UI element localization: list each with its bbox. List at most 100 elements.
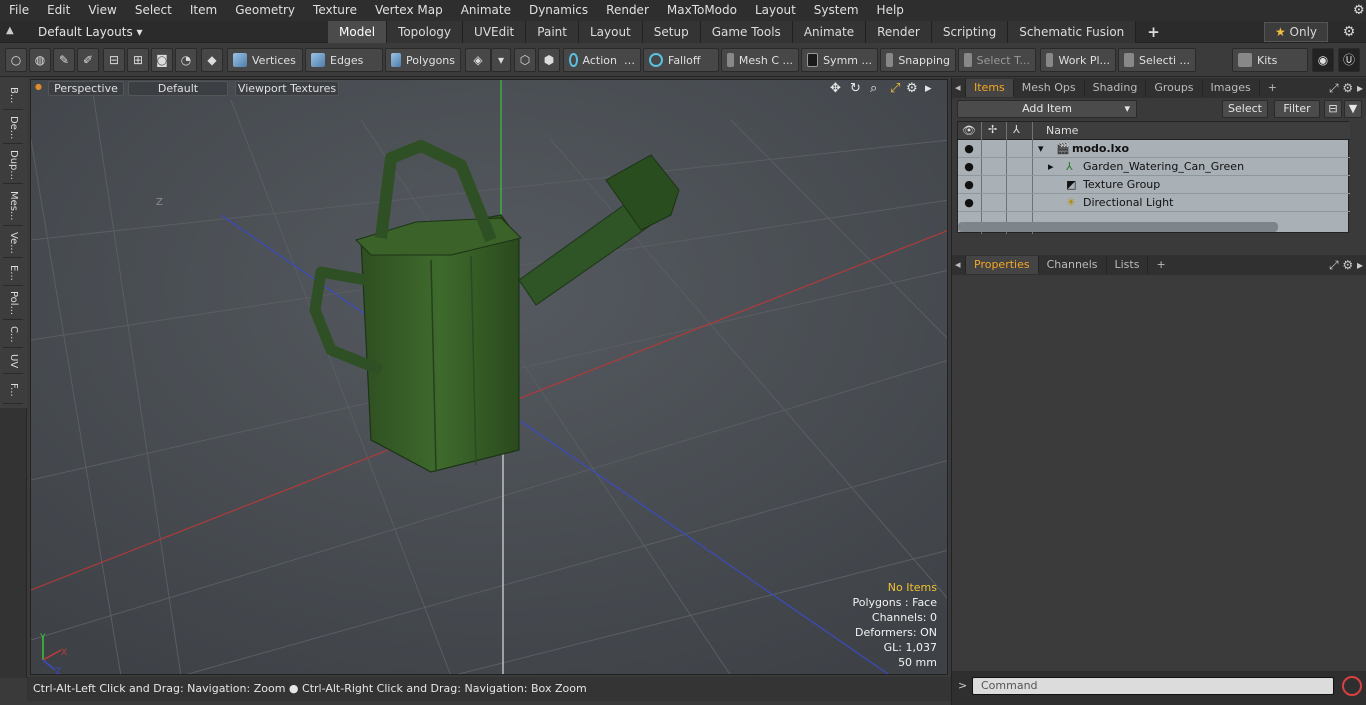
maximize-view-icon[interactable]: ⤢ bbox=[890, 81, 900, 96]
move-view-icon[interactable]: ✥ bbox=[830, 81, 841, 96]
only-button[interactable]: ★ Only bbox=[1264, 22, 1328, 42]
center-icon[interactable]: ⊞ bbox=[127, 48, 149, 72]
shading-style-button[interactable]: Default bbox=[128, 81, 228, 96]
eye-icon[interactable]: ● bbox=[962, 140, 976, 157]
work-plane-button[interactable]: Work Pl... bbox=[1040, 48, 1116, 72]
panel-options-icon[interactable]: ⤢ ⚙ ▸ bbox=[1329, 258, 1366, 273]
panel-collapse-icon[interactable]: ◂ bbox=[952, 256, 966, 274]
tab-images[interactable]: Images bbox=[1203, 79, 1260, 97]
tab-game-tools[interactable]: Game Tools bbox=[700, 21, 793, 43]
select-through-button[interactable]: Select T... bbox=[958, 48, 1036, 72]
vtab-vertex[interactable]: Ve... bbox=[3, 228, 23, 258]
viewport-dot-icon[interactable]: ● bbox=[35, 82, 42, 91]
unity-icon[interactable]: ◉ bbox=[1312, 48, 1334, 72]
item-row-mesh[interactable]: ● ▸ ⅄ Garden_Watering_Can_Green bbox=[958, 158, 1350, 176]
tab-properties[interactable]: Properties bbox=[966, 256, 1039, 274]
menu-edit[interactable]: Edit bbox=[38, 0, 79, 21]
add-item-button[interactable]: Add Item ▾ bbox=[957, 100, 1137, 118]
vtab-basic[interactable]: B... bbox=[3, 82, 23, 110]
item-mode-icon[interactable]: ◆ bbox=[201, 48, 223, 72]
globe-icon[interactable]: ◍ bbox=[29, 48, 51, 72]
panel-collapse-icon[interactable]: ◂ bbox=[952, 79, 966, 97]
falloff-button[interactable]: Falloff bbox=[643, 48, 719, 72]
snapping-button[interactable]: Snapping bbox=[880, 48, 956, 72]
material-dropdown-icon[interactable]: ▾ bbox=[491, 48, 511, 72]
menu-item[interactable]: Item bbox=[181, 0, 226, 21]
menu-animate[interactable]: Animate bbox=[452, 0, 520, 21]
funnel-icon[interactable]: ▼ bbox=[1344, 100, 1362, 118]
vtab-mesh-edit[interactable]: Mes... bbox=[3, 186, 23, 226]
mesh-constraint-button[interactable]: Mesh C ... bbox=[721, 48, 799, 72]
item-row-scene[interactable]: ● ▾ 🎬 modo.lxo bbox=[958, 140, 1350, 158]
tab-render[interactable]: Render bbox=[866, 21, 932, 43]
frame-icon[interactable]: ◙ bbox=[151, 48, 173, 72]
symmetry-mode-icon[interactable]: ⬡ bbox=[514, 48, 536, 72]
expand-arrow-icon[interactable]: ▸ bbox=[1048, 158, 1054, 175]
zoom-view-icon[interactable]: ⌕ bbox=[870, 81, 877, 96]
menu-maxtomodo[interactable]: MaxToModo bbox=[658, 0, 746, 21]
brush-icon[interactable]: ✐ bbox=[77, 48, 99, 72]
vtab-duplicate[interactable]: Dup... bbox=[3, 146, 23, 184]
viewport-gear-icon[interactable]: ⚙ bbox=[906, 81, 918, 96]
tab-setup[interactable]: Setup bbox=[642, 21, 701, 43]
selection-sets-button[interactable]: Selecti ... bbox=[1118, 48, 1196, 72]
eye-icon[interactable]: ● bbox=[962, 176, 976, 193]
item-row-texture-group[interactable]: ● ◩ Texture Group bbox=[958, 176, 1350, 194]
perspective-button[interactable]: Perspective bbox=[48, 81, 124, 96]
pen-icon[interactable]: ✎ bbox=[53, 48, 75, 72]
viewport-textures-button[interactable]: Viewport Textures bbox=[235, 81, 339, 96]
tab-shading[interactable]: Shading bbox=[1085, 79, 1147, 97]
material-icon[interactable]: ◈ bbox=[465, 48, 491, 72]
eye-icon[interactable]: ● bbox=[962, 194, 976, 211]
vtab-fusion[interactable]: F... bbox=[3, 376, 23, 404]
tab-scripting[interactable]: Scripting bbox=[931, 21, 1009, 43]
action-button[interactable]: Action … bbox=[563, 48, 641, 72]
viewport-menu-arrow-icon[interactable]: ▸ bbox=[925, 81, 932, 96]
name-column-header[interactable]: Name bbox=[1046, 124, 1078, 137]
item-row-light[interactable]: ● ☀ Directional Light bbox=[958, 194, 1350, 212]
kits-button[interactable]: Kits bbox=[1232, 48, 1308, 72]
add-tab-button[interactable]: + bbox=[1136, 21, 1171, 43]
eye-icon[interactable]: ● bbox=[962, 158, 976, 175]
vtab-polygon[interactable]: Pol... bbox=[3, 288, 23, 320]
vtab-curve[interactable]: C... bbox=[3, 322, 23, 348]
menu-system[interactable]: System bbox=[805, 0, 868, 21]
vtab-edge[interactable]: E... bbox=[3, 260, 23, 286]
sphere-icon[interactable]: ◔ bbox=[175, 48, 197, 72]
record-icon[interactable] bbox=[1342, 676, 1362, 696]
vertices-button[interactable]: Vertices bbox=[227, 48, 303, 72]
horizontal-scrollbar[interactable] bbox=[958, 222, 1278, 232]
tab-topology[interactable]: Topology bbox=[387, 21, 464, 43]
tab-channels[interactable]: Channels bbox=[1039, 256, 1107, 274]
tab-animate[interactable]: Animate bbox=[792, 21, 867, 43]
menu-select[interactable]: Select bbox=[126, 0, 181, 21]
select-button[interactable]: Select bbox=[1222, 100, 1268, 118]
collapse-list-icon[interactable]: ⊟ bbox=[1324, 100, 1342, 118]
symmetry-button[interactable]: Symm ... bbox=[801, 48, 878, 72]
menu-vertex-map[interactable]: Vertex Map bbox=[366, 0, 452, 21]
layout-gear-icon[interactable]: ⚙ bbox=[1338, 21, 1360, 43]
menu-file[interactable]: File bbox=[0, 0, 38, 21]
menu-view[interactable]: View bbox=[79, 0, 125, 21]
menu-layout[interactable]: Layout bbox=[746, 0, 805, 21]
menu-render[interactable]: Render bbox=[597, 0, 658, 21]
unreal-icon[interactable]: Ⓤ bbox=[1338, 48, 1360, 72]
menu-texture[interactable]: Texture bbox=[304, 0, 366, 21]
menu-help[interactable]: Help bbox=[868, 0, 913, 21]
vtab-uv[interactable]: UV bbox=[3, 350, 23, 374]
tab-groups[interactable]: Groups bbox=[1146, 79, 1203, 97]
edges-button[interactable]: Edges bbox=[305, 48, 383, 72]
polygons-button[interactable]: Polygons bbox=[385, 48, 461, 72]
command-input[interactable]: Command bbox=[972, 677, 1334, 695]
tab-model[interactable]: Model bbox=[328, 21, 388, 43]
collapse-icon[interactable]: ▲ bbox=[6, 25, 22, 39]
tab-lists[interactable]: Lists bbox=[1107, 256, 1149, 274]
tab-paint[interactable]: Paint bbox=[526, 21, 579, 43]
rotate-view-icon[interactable]: ↻ bbox=[850, 81, 861, 96]
menu-dynamics[interactable]: Dynamics bbox=[520, 0, 597, 21]
menu-geometry[interactable]: Geometry bbox=[226, 0, 304, 21]
shield-icon[interactable]: ⬢ bbox=[538, 48, 560, 72]
vtab-deform[interactable]: De... bbox=[3, 112, 23, 144]
tab-schematic-fusion[interactable]: Schematic Fusion bbox=[1008, 21, 1137, 43]
filter-button[interactable]: Filter bbox=[1274, 100, 1320, 118]
